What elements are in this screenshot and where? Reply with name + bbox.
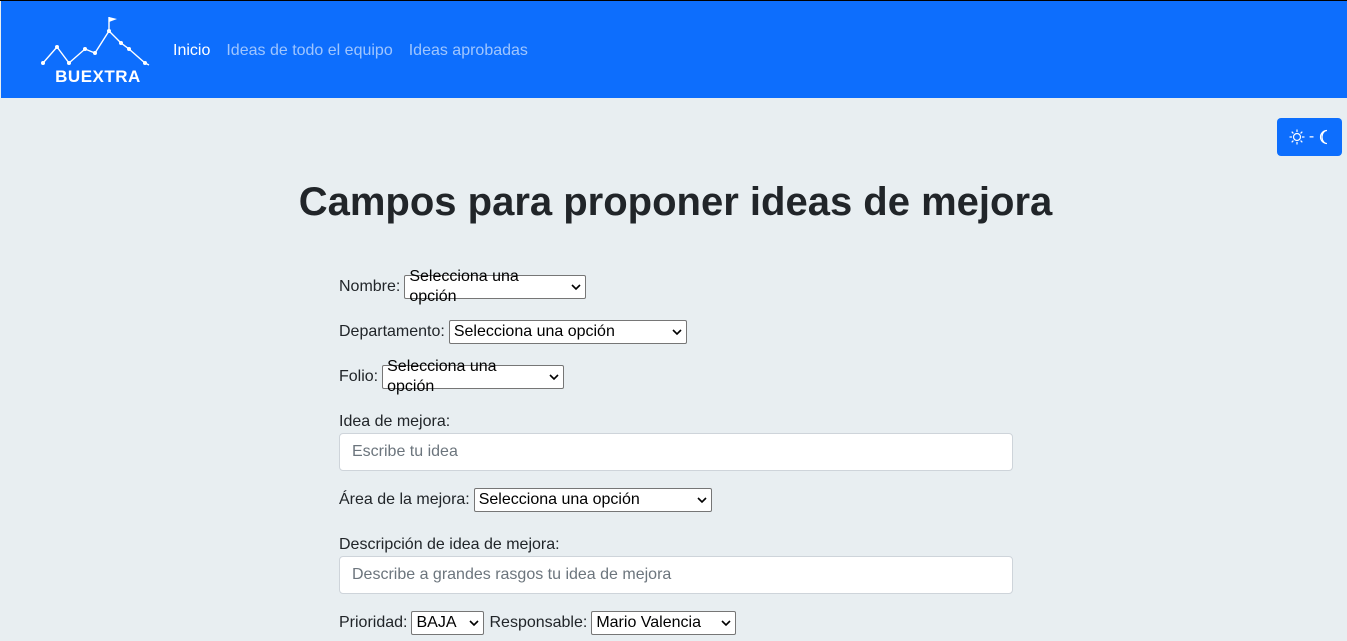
descripcion-label: Descripción de idea de mejora: <box>339 536 560 553</box>
nombre-label: Nombre: <box>339 278 401 295</box>
folio-select[interactable]: Selecciona una opción <box>382 358 565 395</box>
nav-link-ideas-aprobadas[interactable]: Ideas aprobadas <box>409 41 528 61</box>
idea-label: Idea de mejora: <box>339 413 451 430</box>
mountain-logo-icon: BUEXTRA <box>41 17 150 86</box>
folio-label: Folio: <box>339 368 379 385</box>
nombre-row: Nombre: Selecciona una opción <box>339 268 587 305</box>
departamento-select-value: Selecciona una opción <box>453 323 615 340</box>
buextra-logo[interactable]: BUEXTRA <box>39 13 157 87</box>
theme-toggle-button[interactable]: - <box>1277 118 1342 156</box>
nav-links: Inicio Ideas de todo el equipo Ideas apr… <box>173 41 544 61</box>
area-select[interactable]: Selecciona una opción <box>473 488 712 512</box>
nav-link-inicio[interactable]: Inicio <box>173 41 210 61</box>
responsable-label: Responsable: <box>489 614 588 631</box>
folio-row: Folio: Selecciona una opción <box>339 358 565 395</box>
chevron-down-icon <box>549 374 559 381</box>
chevron-down-icon <box>672 329 682 336</box>
departamento-row: Departamento: Selecciona una opción <box>339 320 687 344</box>
area-select-value: Selecciona una opción <box>478 491 640 508</box>
prioridad-label: Prioridad: <box>339 614 408 631</box>
moon-icon <box>1320 129 1328 145</box>
responsable-select[interactable]: Mario Valencia <box>591 611 737 635</box>
area-row: Área de la mejora: Selecciona una opción <box>339 488 712 512</box>
idea-input[interactable]: Escribe tu idea <box>339 433 1013 471</box>
prioridad-select-value: BAJA <box>416 614 457 631</box>
responsable-select-value: Mario Valencia <box>596 614 701 631</box>
descripcion-input[interactable]: Describe a grandes rasgos tu idea de mej… <box>339 556 1013 594</box>
page-title: Campos para proponer ideas de mejora <box>298 180 1053 224</box>
idea-input-placeholder: Escribe tu idea <box>352 443 458 460</box>
descripcion-input-placeholder: Describe a grandes rasgos tu idea de mej… <box>352 566 672 583</box>
svg-text:BUEXTRA: BUEXTRA <box>55 67 141 86</box>
departamento-label: Departamento: <box>339 323 445 340</box>
nav-link-ideas-equipo[interactable]: Ideas de todo el equipo <box>226 41 392 61</box>
navbar: BUEXTRA Inicio Ideas de todo el equipo I… <box>1 1 1347 98</box>
sun-icon <box>1289 129 1305 145</box>
chevron-down-icon <box>721 620 731 627</box>
chevron-down-icon <box>469 620 480 627</box>
chevron-down-icon <box>571 284 581 291</box>
theme-separator: - <box>1308 128 1315 145</box>
nombre-select-value: Selecciona una opción <box>409 268 519 305</box>
prioridad-select[interactable]: BAJA <box>411 611 485 635</box>
nombre-select[interactable]: Selecciona una opción <box>404 268 587 305</box>
area-label: Área de la mejora: <box>339 491 470 508</box>
departamento-select[interactable]: Selecciona una opción <box>448 320 687 344</box>
chevron-down-icon <box>697 497 707 504</box>
folio-select-value: Selecciona una opción <box>387 358 497 395</box>
prioridad-responsable-row: Prioridad: BAJA Responsable: Mario Valen… <box>339 611 737 635</box>
